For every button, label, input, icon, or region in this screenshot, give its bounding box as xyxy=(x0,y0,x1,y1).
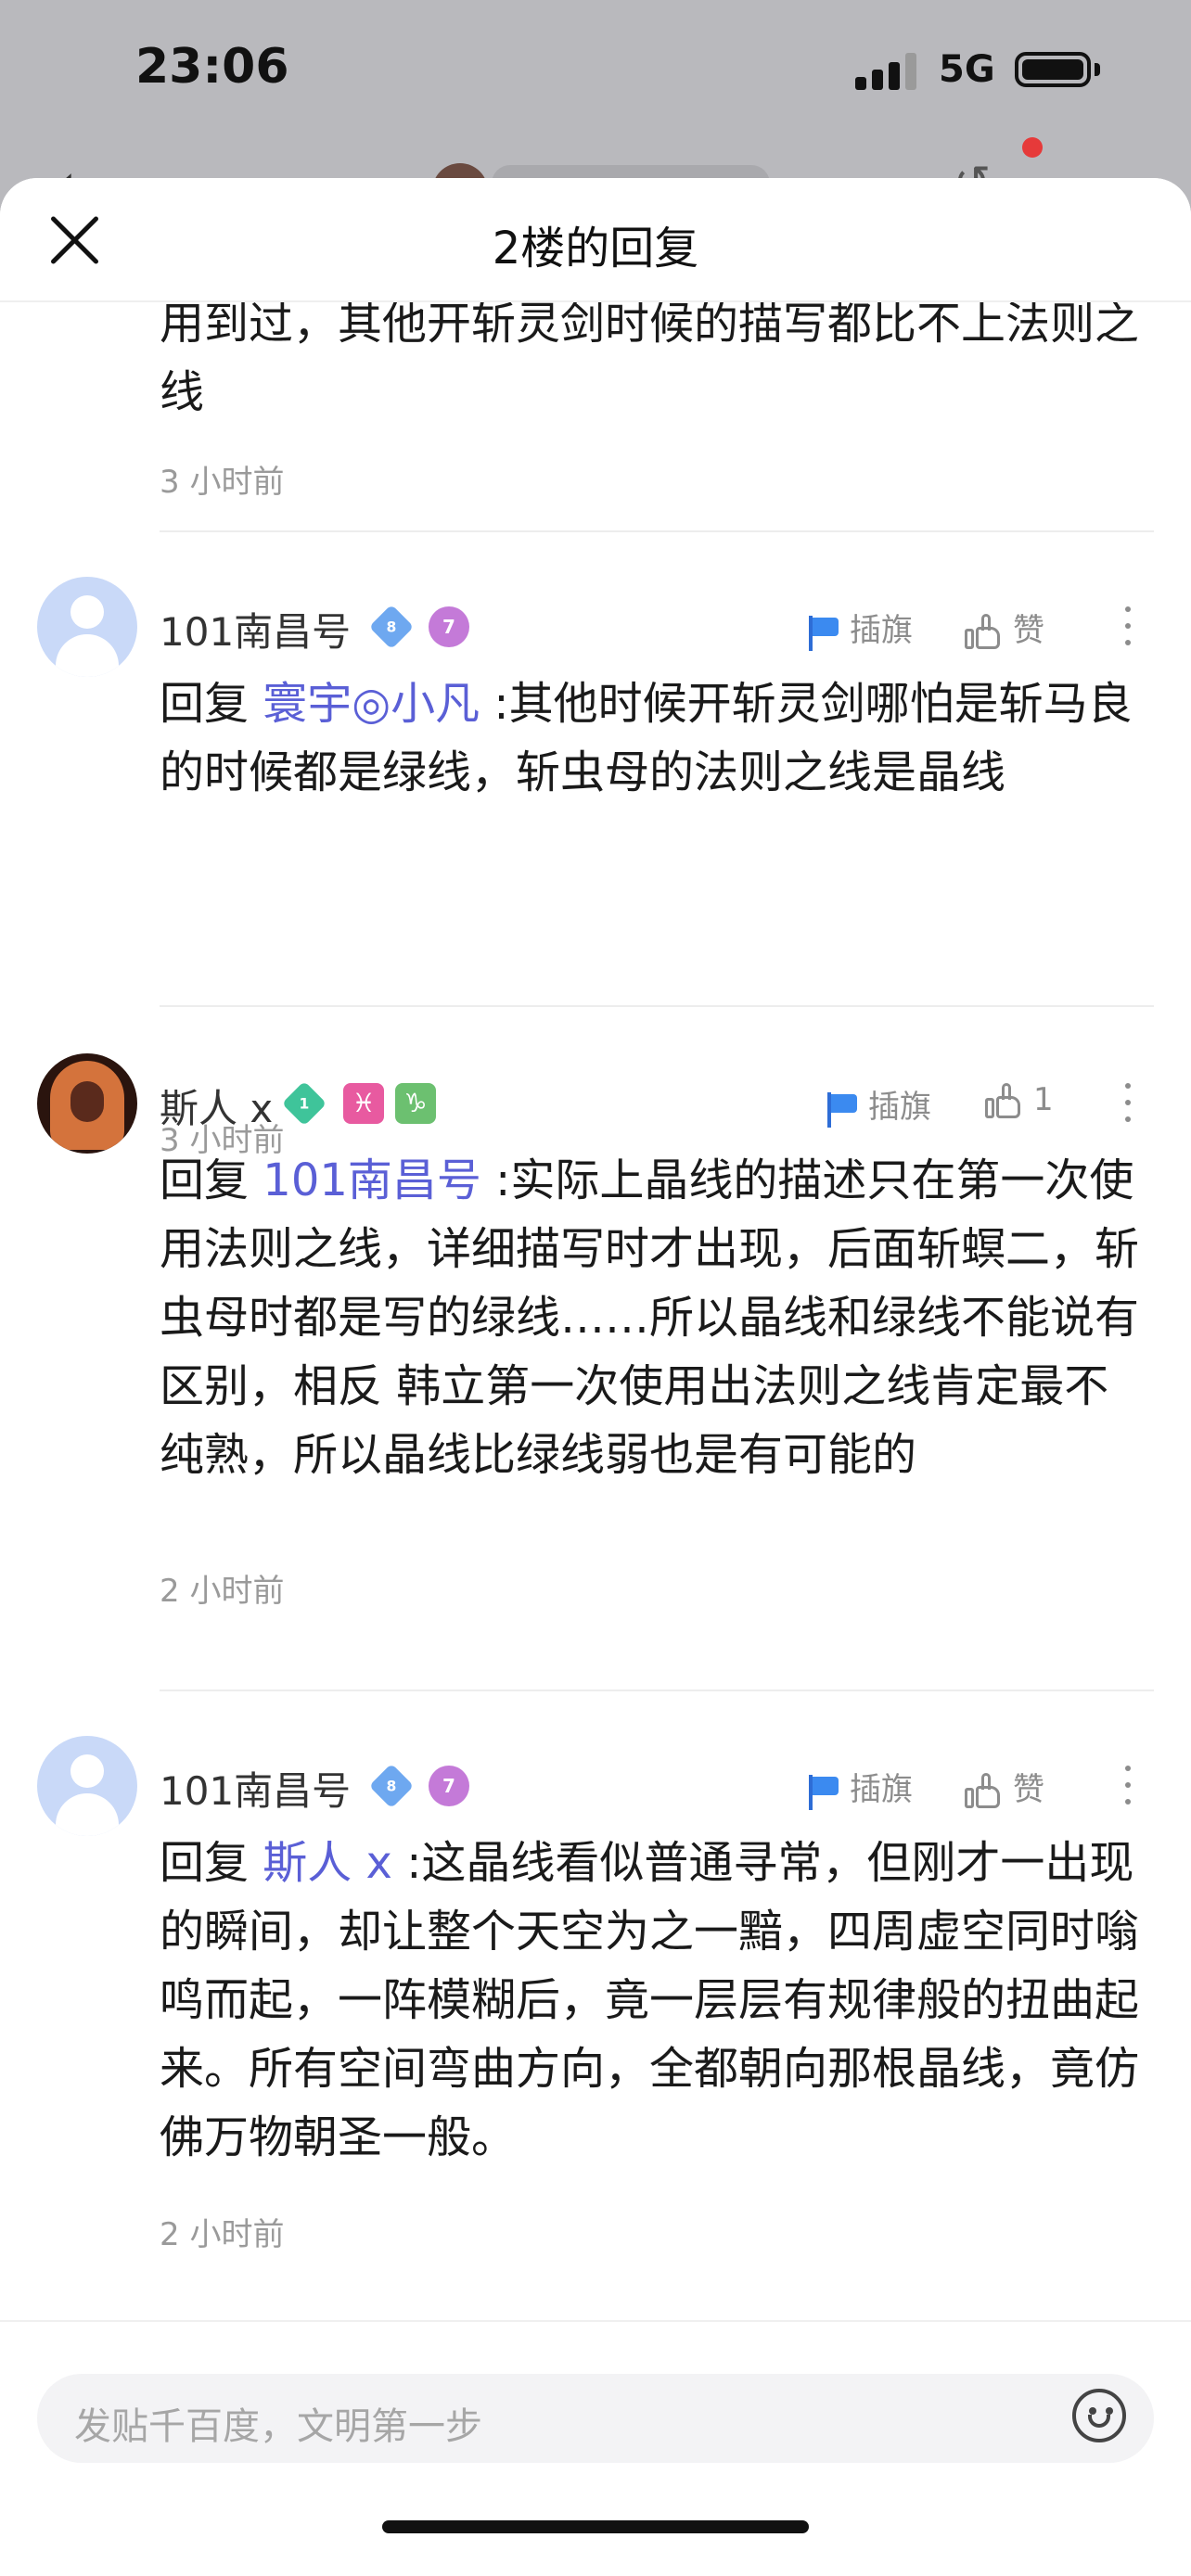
divider xyxy=(160,1690,1154,1691)
flag-icon xyxy=(803,614,840,651)
pisces-badge: ♓ xyxy=(343,1083,384,1124)
username[interactable]: 101南昌号 xyxy=(160,601,351,657)
mention-link[interactable]: 101南昌号 xyxy=(263,1154,481,1206)
flag-icon xyxy=(803,1773,840,1810)
reply-time: 2 小时前 xyxy=(160,1573,285,1610)
more-icon[interactable] xyxy=(1122,1079,1132,1126)
mention-link[interactable]: 寰宇◎小凡 xyxy=(263,678,480,730)
member-badge: 7 xyxy=(429,606,469,647)
sheet-header: 2楼的回复 xyxy=(0,178,1191,302)
flag-button[interactable]: 插旗 xyxy=(803,1764,913,1810)
reply-input[interactable]: 发贴千百度，文明第一步 xyxy=(37,2374,1154,2463)
level-badge: 1 xyxy=(281,1080,327,1127)
like-button[interactable]: 赞 xyxy=(965,1764,1044,1810)
level-badge: 8 xyxy=(368,1763,415,1809)
signal-icon xyxy=(855,53,922,90)
reply-prefix: 回复 xyxy=(160,1837,250,1889)
status-bar: 23:06 5G xyxy=(0,0,1191,139)
emoji-icon[interactable] xyxy=(1072,2389,1126,2442)
avatar[interactable] xyxy=(37,577,137,677)
thumb-up-icon xyxy=(965,1772,1002,1810)
username[interactable]: 斯人 x xyxy=(160,1078,273,1134)
like-button[interactable]: 赞 xyxy=(965,605,1044,651)
sheet-title: 2楼的回复 xyxy=(492,223,699,274)
input-placeholder: 发贴千百度，文明第一步 xyxy=(74,2405,482,2448)
username[interactable]: 101南昌号 xyxy=(160,1760,351,1817)
flag-icon xyxy=(822,1090,859,1128)
reply-time: 2 小时前 xyxy=(160,2216,285,2253)
divider xyxy=(160,1005,1154,1007)
previous-comment-text: 用到过，其他开斩灵剑时候的描写都比不上法则之线 xyxy=(160,298,1140,418)
mention-link[interactable]: 斯人 x xyxy=(263,1837,392,1889)
avatar[interactable] xyxy=(37,1736,137,1836)
status-time: 23:06 xyxy=(135,39,289,95)
level-badge: 8 xyxy=(368,604,415,650)
divider xyxy=(160,530,1154,532)
flag-button[interactable]: 插旗 xyxy=(822,1081,931,1128)
like-button[interactable]: 1 xyxy=(985,1081,1054,1120)
previous-comment-time: 3 小时前 xyxy=(160,464,285,501)
reply-text: 回复 斯人 x :这晶线看似普通寻常，但刚才一出现的瞬间，却让整个天空为之一黯，… xyxy=(160,1829,1152,2172)
reply-input-bar: 发贴千百度，文明第一步 xyxy=(0,2320,1191,2576)
member-badge: 7 xyxy=(429,1766,469,1806)
reply-prefix: 回复 xyxy=(160,678,250,730)
battery-cap xyxy=(1095,63,1100,76)
reply-text: 回复 101南昌号 :实际上晶线的描述只在第一次使用法则之线，详细描写时才出现，… xyxy=(160,1146,1152,1489)
more-icon[interactable] xyxy=(1122,1762,1132,1808)
flag-button[interactable]: 插旗 xyxy=(803,605,913,651)
home-indicator xyxy=(382,2520,809,2533)
reply-prefix: 回复 xyxy=(160,1154,250,1206)
reply-text: 回复 寰宇◎小凡 :其他时候开斩灵剑哪怕是斩马良的时候都是绿线，斩虫母的法则之线… xyxy=(160,670,1152,807)
notification-dot xyxy=(1022,137,1043,158)
capricorn-badge: ♑ xyxy=(395,1083,436,1124)
thumb-up-icon xyxy=(985,1082,1022,1120)
battery-icon xyxy=(1015,52,1091,87)
network-label: 5G xyxy=(939,48,995,91)
more-icon[interactable] xyxy=(1122,603,1132,649)
thumb-up-icon xyxy=(965,613,1002,651)
replies-sheet: 2楼的回复 用到过，其他开斩灵剑时候的描写都比不上法则之线 3 小时前 101南… xyxy=(0,178,1191,2576)
avatar[interactable] xyxy=(37,1053,137,1154)
